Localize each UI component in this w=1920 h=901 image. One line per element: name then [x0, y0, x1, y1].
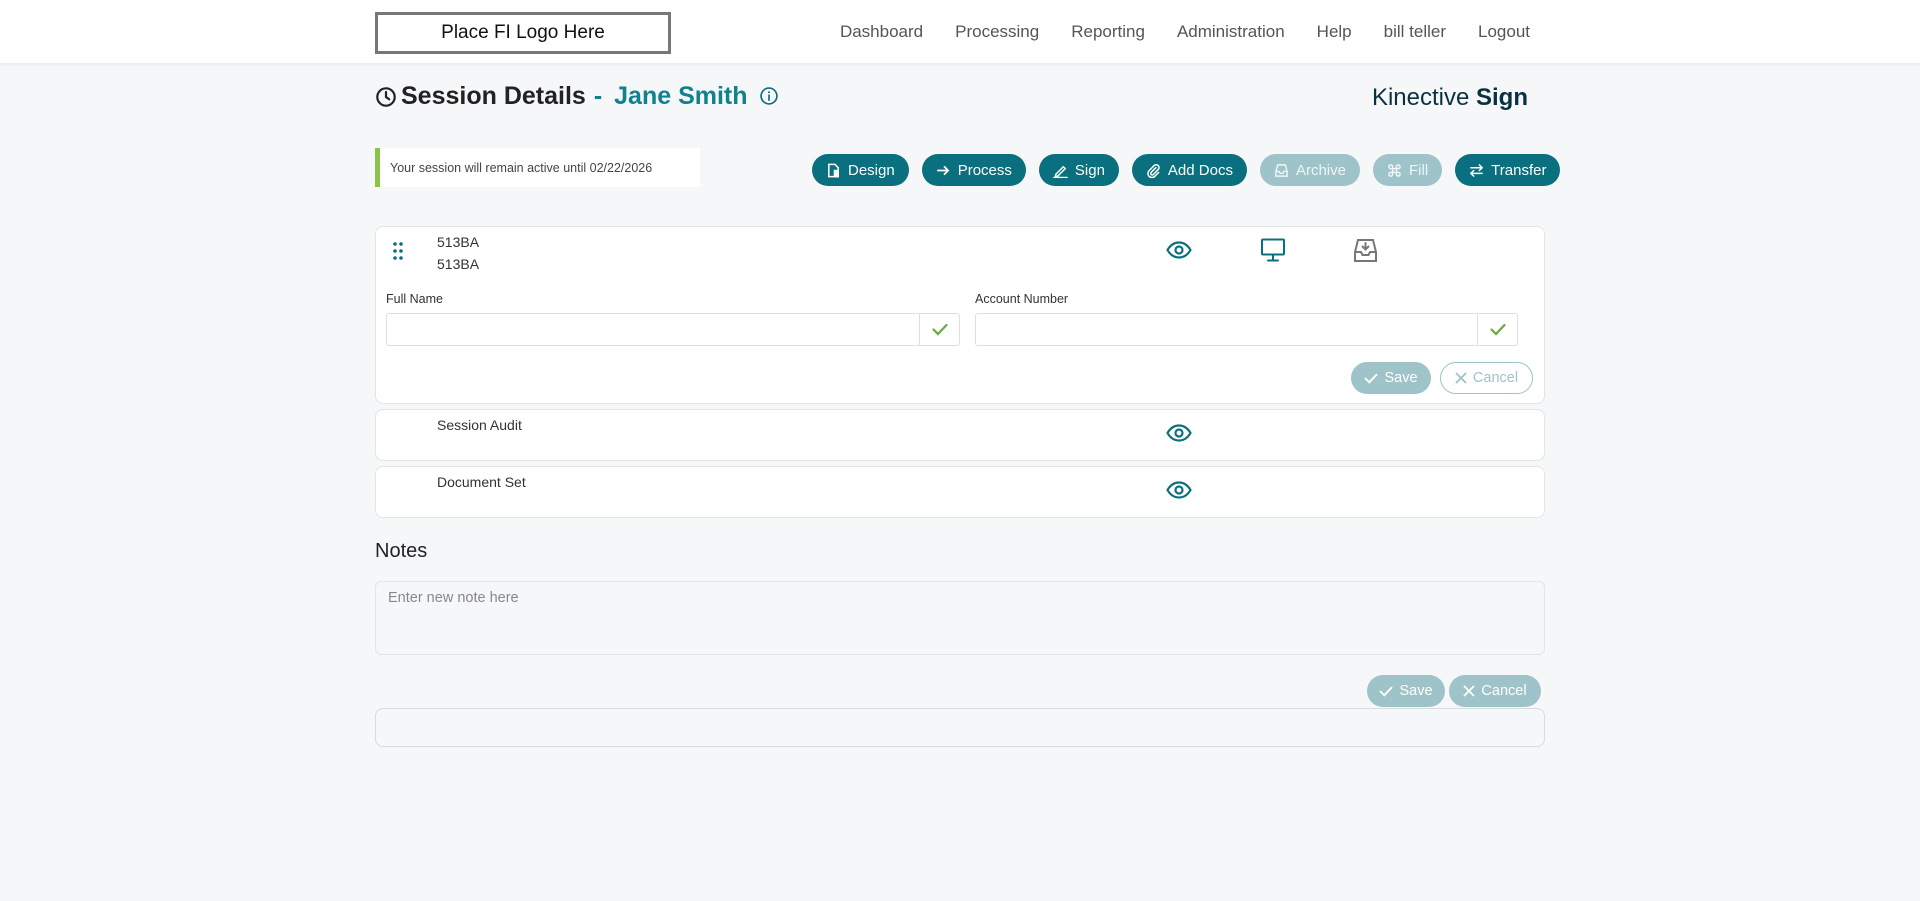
session-notice: Your session will remain active until 02…: [375, 148, 700, 187]
notes-save-label: Save: [1399, 683, 1433, 699]
nav-user[interactable]: bill teller: [1384, 22, 1446, 42]
process-button[interactable]: Process: [921, 154, 1026, 186]
notes-list: [375, 708, 1545, 747]
session-audit-title: Session Audit: [437, 417, 522, 433]
arrow-right-icon: [936, 165, 950, 175]
full-name-confirm-button[interactable]: [919, 313, 960, 346]
design-button[interactable]: Design: [812, 154, 909, 186]
document-title: 513BA: [437, 234, 480, 250]
design-label: Design: [848, 161, 895, 179]
check-icon: [1489, 323, 1506, 336]
monitor-icon[interactable]: [1260, 237, 1286, 263]
logo-placeholder[interactable]: Place FI Logo Here: [375, 12, 671, 54]
eye-icon[interactable]: [1166, 424, 1192, 442]
customer-name: Jane Smith: [614, 82, 748, 110]
main-nav: Dashboard Processing Reporting Administr…: [840, 0, 1530, 63]
brand-logo: Kinective Sign: [1372, 84, 1528, 112]
full-name-label: Full Name: [386, 292, 443, 306]
account-number-label: Account Number: [975, 292, 1069, 306]
fields-cancel-label: Cancel: [1472, 370, 1519, 386]
notes-heading: Notes: [375, 540, 428, 562]
transfer-label: Transfer: [1491, 161, 1547, 179]
notes-input[interactable]: Enter new note here: [375, 581, 1545, 655]
document-icon: [828, 163, 839, 177]
full-name-input[interactable]: [386, 313, 920, 346]
title-separator: -: [593, 82, 603, 110]
fields-save-button[interactable]: Save: [1351, 362, 1431, 394]
document-set-title: Document Set: [437, 474, 526, 490]
action-toolbar: Design Process Sign Add Docs Archive Fil…: [812, 154, 1561, 186]
check-icon: [1365, 373, 1378, 384]
notes-save-button[interactable]: Save: [1367, 675, 1445, 707]
close-icon: [1464, 685, 1475, 697]
account-number-confirm-button[interactable]: [1477, 313, 1518, 346]
process-label: Process: [957, 161, 1012, 179]
add-docs-label: Add Docs: [1167, 161, 1233, 179]
drag-handle-icon[interactable]: [392, 241, 404, 261]
account-number-input[interactable]: [975, 313, 1478, 346]
close-icon: [1455, 372, 1467, 384]
fields-cancel-button[interactable]: Cancel: [1440, 362, 1533, 394]
title-label: Session Details: [401, 82, 586, 110]
transfer-button[interactable]: Transfer: [1455, 154, 1561, 186]
clock-icon: [376, 86, 396, 107]
fields-save-label: Save: [1384, 370, 1418, 386]
notes-cancel-button[interactable]: Cancel: [1449, 675, 1541, 707]
archive-label: Archive: [1295, 161, 1346, 179]
fill-button[interactable]: Fill: [1373, 154, 1443, 186]
notes-cancel-label: Cancel: [1481, 683, 1527, 699]
eye-icon[interactable]: [1166, 241, 1192, 259]
top-bar: Place FI Logo Here Dashboard Processing …: [0, 0, 1920, 63]
info-icon[interactable]: [759, 86, 779, 106]
nav-reporting[interactable]: Reporting: [1071, 22, 1145, 42]
paperclip-icon: [1147, 163, 1160, 178]
nav-processing[interactable]: Processing: [955, 22, 1039, 42]
command-icon: [1388, 163, 1401, 177]
page-title: Session Details - Jane Smith: [375, 82, 779, 111]
nav-logout[interactable]: Logout: [1478, 22, 1530, 42]
sign-button[interactable]: Sign: [1038, 154, 1119, 186]
transfer-icon: [1469, 163, 1484, 177]
brand-regular: Kinective: [1371, 84, 1470, 111]
check-icon: [931, 323, 948, 336]
document-subtitle: 513BA: [437, 256, 480, 272]
nav-administration[interactable]: Administration: [1177, 22, 1285, 42]
fill-label: Fill: [1409, 161, 1429, 179]
archive-button[interactable]: Archive: [1259, 154, 1360, 186]
sign-label: Sign: [1074, 161, 1105, 179]
nav-help[interactable]: Help: [1317, 22, 1352, 42]
check-icon: [1380, 686, 1393, 697]
inbox-download-icon[interactable]: [1352, 237, 1379, 264]
document-set-card: Document Set: [375, 466, 1545, 518]
document-card: 513BA 513BA Full Name Account Number Sav…: [375, 226, 1545, 404]
archive-icon: [1275, 163, 1288, 177]
eye-icon[interactable]: [1166, 481, 1192, 499]
session-audit-card: Session Audit: [375, 409, 1545, 461]
add-docs-button[interactable]: Add Docs: [1131, 154, 1247, 186]
nav-dashboard[interactable]: Dashboard: [840, 22, 923, 42]
brand-bold: Sign: [1476, 84, 1528, 111]
pen-icon: [1053, 165, 1068, 178]
